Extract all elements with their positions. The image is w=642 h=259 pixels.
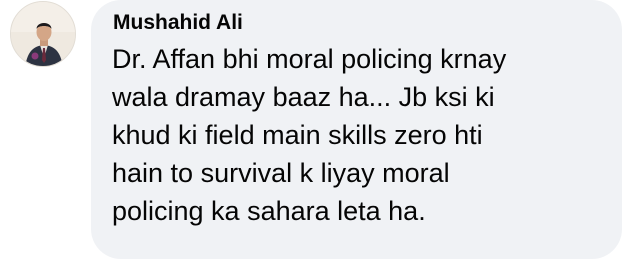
comment-author[interactable]: Mushahid Ali — [113, 10, 608, 36]
comment-text-line: hain to survival k liyay moral — [112, 158, 450, 188]
profile-photo-icon — [11, 2, 75, 66]
comment: Mushahid Ali Dr. Affan bhi moral policin… — [0, 0, 642, 259]
comment-text: Dr. Affan bhi moral policing krnay wala … — [112, 40, 608, 230]
comment-text-line: policing ka sahara leta ha. — [112, 196, 426, 226]
comment-text-line: wala dramay baaz ha... Jb ksi ki — [112, 82, 495, 112]
avatar[interactable] — [10, 1, 76, 67]
comment-bubble: Mushahid Ali Dr. Affan bhi moral policin… — [91, 0, 622, 259]
comment-text-line: khud ki field main skills zero hti — [112, 120, 483, 150]
comment-text-line: Dr. Affan bhi moral policing krnay — [112, 44, 507, 74]
